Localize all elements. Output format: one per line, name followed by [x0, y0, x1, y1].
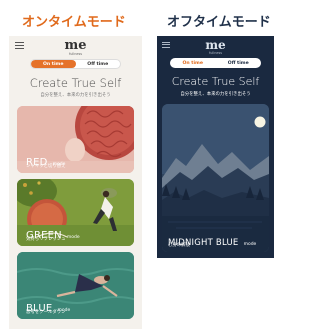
- toggle-off-time[interactable]: Off time: [76, 60, 121, 68]
- offtime-mode-heading: オフタイムモード: [167, 15, 271, 30]
- toggle-on-time[interactable]: On time: [31, 60, 76, 68]
- offtime-phone-screen: me fullness On time Off time Create True…: [157, 36, 274, 258]
- time-mode-toggle[interactable]: On time Off time: [170, 58, 261, 68]
- page-subtitle: 自分を整え、本来の力を引き出そう: [180, 92, 251, 97]
- red-mode-subtitle: シャキッと切り替え: [26, 164, 66, 169]
- red-mode-card[interactable]: RED mode シャキッと切り替え: [17, 106, 134, 173]
- app-logo: me: [157, 39, 274, 51]
- green-mode-subtitle: 気持ちリフレッシュ: [26, 237, 66, 242]
- ontime-mode-heading: オンタイムモード: [22, 15, 126, 30]
- ontime-phone-screen: me fullness On time Off time Create True…: [9, 36, 142, 329]
- green-mode-card[interactable]: GREEN mode 気持ちリフレッシュ: [17, 179, 134, 246]
- moon-icon: [254, 116, 266, 128]
- app-logo: me: [9, 39, 142, 52]
- logo-subtext: fullness: [69, 52, 82, 56]
- logo-text: me: [205, 38, 226, 52]
- blue-mode-subtitle: 思考をクールダウン: [26, 310, 66, 315]
- page-title: Create True Self: [29, 76, 122, 90]
- midnight-blue-mode-subtitle: 心身の解放: [168, 243, 190, 248]
- logo-subtext: fullness: [209, 51, 222, 55]
- midnight-blue-mode-suffix: mode: [243, 242, 257, 247]
- blue-mode-card[interactable]: BLUE mode 思考をクールダウン: [17, 252, 134, 319]
- page-subtitle: 自分を整え、本来の力を引き出そう: [40, 93, 111, 98]
- green-mode-suffix: mode: [66, 235, 80, 240]
- time-mode-toggle[interactable]: On time Off time: [30, 59, 121, 69]
- midnight-blue-mode-card[interactable]: MIDNIGHT BLUE mode 心身の解放: [162, 104, 269, 252]
- toggle-off-time[interactable]: Off time: [216, 58, 262, 68]
- toggle-on-time[interactable]: On time: [170, 58, 216, 68]
- logo-text: me: [64, 38, 87, 53]
- page-title: Create True Self: [171, 75, 260, 88]
